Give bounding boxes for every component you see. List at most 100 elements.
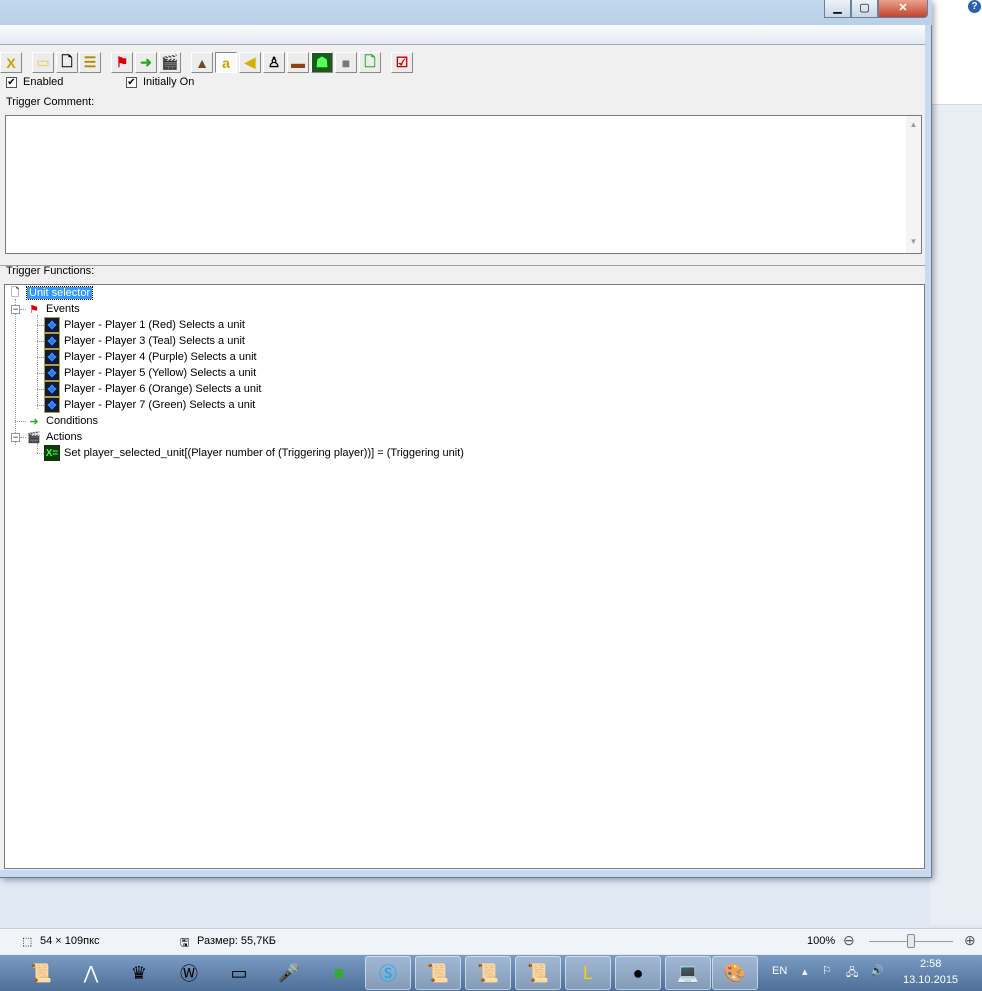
unit-event-icon: ✥ (44, 317, 60, 333)
initially-on-checkbox[interactable]: ✔ (126, 77, 137, 88)
event-text: Player - Player 3 (Teal) Selects a unit (64, 335, 245, 347)
taskbar-scroll-icon[interactable]: 📜 (465, 956, 511, 990)
flag-icon: ⚑ (29, 303, 39, 316)
initially-on-label: Initially On (143, 76, 195, 88)
item-button[interactable]: ▬ (287, 52, 309, 73)
open-folder-button[interactable]: ▭ (32, 52, 54, 73)
event-item[interactable]: ✥ Player - Player 6 (Orange) Selects a un… (44, 381, 261, 397)
document-icon: 🗋 (10, 286, 20, 299)
actions-label: Actions (46, 431, 83, 443)
taskbar-game-icon[interactable]: ♛ (116, 956, 162, 990)
tree-item-events[interactable]: ⚑ Events (26, 301, 80, 317)
tree-item-conditions[interactable]: ➜ Conditions (26, 413, 98, 429)
trigger-name[interactable]: Unit selector (25, 286, 94, 300)
enabled-checkbox[interactable]: ✔ (6, 77, 17, 88)
taskbar-minecraft-icon[interactable]: ■ (316, 956, 362, 990)
condition-icon: ➜ (29, 415, 39, 428)
unit-event-icon: ✥ (44, 381, 60, 397)
disk-icon: 🖫 (180, 937, 190, 949)
event-item[interactable]: ✥ Player - Player 3 (Teal) Selects a unit (44, 333, 245, 349)
background-window (930, 0, 982, 105)
desktop-background (930, 105, 982, 925)
event-text: Player - Player 7 (Green) Selects a unit (64, 399, 256, 411)
terrain-button[interactable]: ▲ (191, 52, 213, 73)
trigger-comment-label: Trigger Comment: (6, 96, 95, 108)
taskbar: 📜 ⋀ ♛ Ⓦ ▭ 🎤 ■ Ⓢ 📜 📜 📜 L ● 💻 🎨 EN ▴ ⚐ 🖧 🔊… (0, 955, 982, 991)
flag-icon[interactable]: ⚐ (822, 964, 832, 977)
edit-button[interactable]: ☑ (391, 52, 413, 73)
taskbar-scroll-icon[interactable]: 📜 (18, 956, 64, 990)
status-bar: ⬚ 54 × 109пкс 🖫 Размер: 55,7КБ 100% ⊖ ⊕ (0, 928, 982, 954)
taskbar-skype-icon[interactable]: Ⓢ (365, 956, 411, 990)
new-document-button[interactable]: 🗋 (56, 52, 78, 73)
enabled-label: Enabled (23, 76, 64, 88)
zoom-level: 100% (807, 935, 836, 947)
minimize-icon[interactable]: ▁ (824, 0, 851, 18)
region-button[interactable]: ☗ (311, 52, 333, 73)
taskbar-graph-icon[interactable]: ⋀ (68, 956, 114, 990)
new-trigger-button[interactable]: 🗋 (359, 52, 381, 73)
taskbar-scroll-icon[interactable]: 📜 (515, 956, 561, 990)
model-button[interactable]: ■ (335, 52, 357, 73)
close-trigger-button[interactable]: X (0, 52, 22, 73)
event-text: Player - Player 1 (Red) Selects a unit (64, 319, 245, 331)
conditions-label: Conditions (46, 415, 98, 427)
zoom-out-icon[interactable]: ⊖ (843, 932, 855, 949)
event-item[interactable]: ✥ Player - Player 7 (Green) Selects a uni… (44, 397, 255, 413)
taskbar-lol-icon[interactable]: L (565, 956, 611, 990)
taskbar-microphone-icon[interactable]: 🎤 (266, 956, 312, 990)
action-button[interactable]: 🎬 (159, 52, 181, 73)
dimensions-icon: ⬚ (22, 936, 33, 948)
list-button[interactable]: ☰ (79, 52, 101, 73)
taskbar-scroll-icon[interactable]: 📜 (415, 956, 461, 990)
trigger-functions-tree[interactable]: 🗋 Unit selector − ⚑ Events ✥ Player - Pla… (4, 284, 925, 869)
unit-event-icon: ✥ (44, 349, 60, 365)
taskbar-warcraft-icon[interactable]: Ⓦ (166, 956, 212, 990)
tree-item-actions[interactable]: 🎬 Actions (26, 429, 82, 445)
event-flag-button[interactable]: ⚑ (111, 52, 133, 73)
close-icon[interactable]: ✕ (878, 0, 928, 18)
text-button[interactable]: a (215, 52, 237, 73)
collapse-events-toggle[interactable]: − (11, 305, 20, 314)
unit-event-icon: ✥ (44, 397, 60, 413)
help-icon[interactable]: ? (968, 0, 981, 13)
menu-band (0, 25, 925, 45)
file-size-text: Размер: 55,7КБ (197, 935, 276, 947)
clapperboard-icon: 🎬 (27, 431, 41, 444)
clock-time[interactable]: 2:58 (920, 958, 941, 970)
dimensions-text: 54 × 109пкс (40, 935, 100, 947)
event-item[interactable]: ✥ Player - Player 4 (Purple) Selects a un… (44, 349, 257, 365)
system-tray: EN ▴ ⚐ 🖧 🔊 2:58 13.10.2015 (760, 955, 982, 991)
events-label: Events (46, 303, 80, 315)
title-bar[interactable] (0, 0, 932, 25)
splitter[interactable] (0, 265, 925, 266)
event-item[interactable]: ✥ Player - Player 5 (Yellow) Selects a un… (44, 365, 256, 381)
zoom-in-icon[interactable]: ⊕ (964, 932, 976, 949)
event-text: Player - Player 4 (Purple) Selects a uni… (64, 351, 257, 363)
zoom-slider-thumb[interactable] (907, 934, 915, 948)
event-text: Player - Player 6 (Orange) Selects a uni… (64, 383, 262, 395)
unit-button[interactable]: ♙ (263, 52, 285, 73)
trigger-comment-input[interactable]: ▲ ▼ (5, 115, 922, 254)
comment-scrollbar[interactable]: ▲ ▼ (906, 116, 921, 253)
show-hidden-icon[interactable]: ▴ (802, 965, 808, 978)
network-icon[interactable]: 🖧 (846, 964, 858, 983)
taskbar-character-icon[interactable]: ● (615, 956, 661, 990)
tree-item-trigger[interactable]: 🗋 Unit selector (7, 285, 94, 301)
set-variable-icon: X= (44, 445, 60, 461)
maximize-icon[interactable]: ▢ (851, 0, 878, 18)
language-indicator[interactable]: EN (772, 965, 787, 977)
event-item[interactable]: ✥ Player - Player 1 (Red) Selects a unit (44, 317, 245, 333)
taskbar-computer-icon[interactable]: 💻 (665, 956, 711, 990)
sound-button[interactable]: ◀ (239, 52, 261, 73)
collapse-actions-toggle[interactable]: − (11, 433, 20, 442)
volume-icon[interactable]: 🔊 (870, 964, 884, 977)
event-text: Player - Player 5 (Yellow) Selects a uni… (64, 367, 257, 379)
taskbar-paint-icon[interactable]: 🎨 (712, 956, 758, 990)
condition-button[interactable]: ➜ (135, 52, 157, 73)
trigger-functions-label: Trigger Functions: (6, 265, 95, 277)
taskbar-window-icon[interactable]: ▭ (216, 956, 262, 990)
action-item[interactable]: X= Set player_selected_unit[(Player numbe… (44, 445, 464, 461)
clock-date[interactable]: 13.10.2015 (903, 974, 958, 986)
trigger-editor-window: ▁ ▢ ✕ X ▭ 🗋 ☰ ⚑ ➜ 🎬 ▲ a ◀ ♙ ▬ ☗ ■ 🗋 ☑ ✔ … (0, 0, 932, 878)
